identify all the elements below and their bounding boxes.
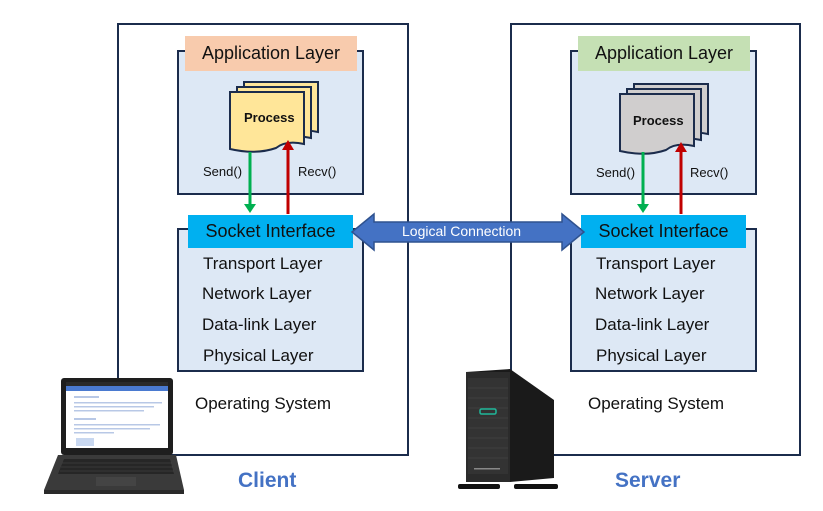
tower-server-icon bbox=[458, 369, 558, 489]
server-os-label: Operating System bbox=[588, 394, 725, 413]
server-socket-interface: Socket Interface bbox=[581, 215, 746, 248]
client-network-layer: Network Layer bbox=[202, 284, 312, 303]
client-process-label: Process bbox=[244, 110, 295, 125]
client-transport-layer: Transport Layer bbox=[203, 254, 323, 273]
client-app-layer-title: Application Layer bbox=[185, 36, 357, 71]
server-recv-label: Recv() bbox=[690, 165, 729, 180]
server-send-label: Send() bbox=[596, 165, 636, 180]
server-transport-layer: Transport Layer bbox=[596, 254, 716, 273]
client-recv-arrow bbox=[282, 140, 294, 214]
server-send-arrow bbox=[637, 152, 649, 213]
client-socket-interface: Socket Interface bbox=[188, 215, 353, 248]
server-network-layer: Network Layer bbox=[595, 284, 705, 303]
client-send-arrow bbox=[244, 152, 256, 213]
server-app-layer-title: Application Layer bbox=[578, 36, 750, 71]
server-physical-layer: Physical Layer bbox=[596, 346, 707, 365]
server-datalink-layer: Data-link Layer bbox=[595, 315, 710, 334]
client-recv-label: Recv() bbox=[298, 164, 337, 179]
laptop-icon bbox=[44, 378, 184, 494]
logical-connection-label: Logical Connection bbox=[402, 223, 522, 239]
server-role-label: Server bbox=[615, 469, 681, 492]
server-process-label: Process bbox=[633, 113, 684, 128]
client-physical-layer: Physical Layer bbox=[203, 346, 314, 365]
client-os-label: Operating System bbox=[195, 394, 332, 413]
client-role-label: Client bbox=[238, 469, 297, 492]
client-datalink-layer: Data-link Layer bbox=[202, 315, 317, 334]
server-recv-arrow bbox=[675, 142, 687, 214]
client-send-label: Send() bbox=[203, 164, 243, 179]
